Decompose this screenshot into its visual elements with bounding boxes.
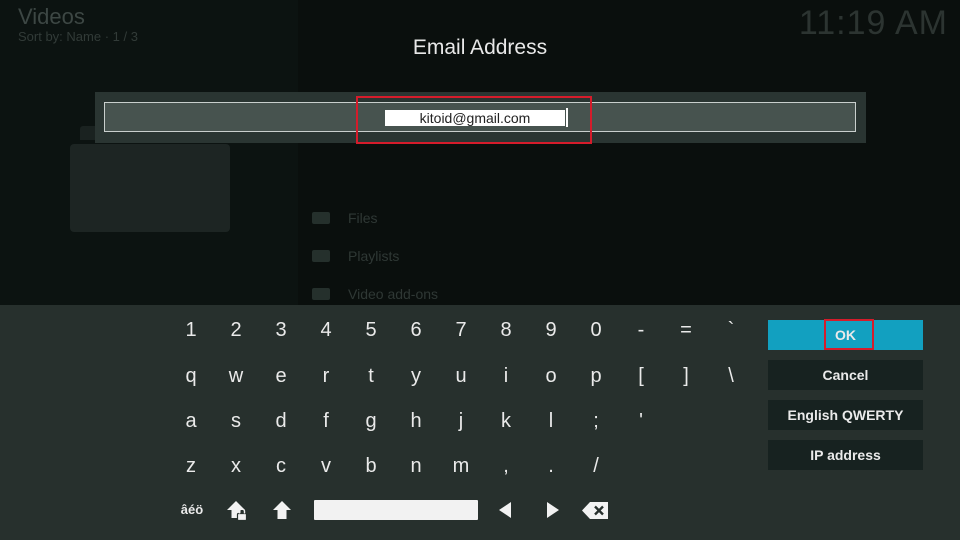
key-2[interactable]: 2 [216, 312, 256, 348]
cancel-button[interactable]: Cancel [768, 360, 923, 390]
key-i[interactable]: i [486, 358, 526, 394]
window-title: Videos [18, 4, 85, 29]
ip-address-button[interactable]: IP address [768, 440, 923, 470]
key-backtick[interactable]: ` [711, 312, 751, 348]
key-0[interactable]: 0 [576, 312, 616, 348]
menu-item-label: Playlists [348, 248, 400, 264]
key-e[interactable]: e [261, 358, 301, 394]
key-b[interactable]: b [351, 448, 391, 484]
key-apostrophe[interactable]: ' [621, 403, 661, 439]
key-k[interactable]: k [486, 403, 526, 439]
space-key[interactable] [314, 500, 478, 520]
key-w[interactable]: w [216, 358, 256, 394]
folder-icon [312, 212, 330, 224]
addons-icon [312, 288, 330, 300]
key-d[interactable]: d [261, 403, 301, 439]
key-u[interactable]: u [441, 358, 481, 394]
key-5[interactable]: 5 [351, 312, 391, 348]
key-s[interactable]: s [216, 403, 256, 439]
key-p[interactable]: p [576, 358, 616, 394]
key-t[interactable]: t [351, 358, 391, 394]
key-n[interactable]: n [396, 448, 436, 484]
keyboard-layout-button[interactable]: English QWERTY [768, 400, 923, 430]
backspace-icon[interactable] [582, 502, 609, 519]
key-a[interactable]: a [171, 403, 211, 439]
shift-icon[interactable] [271, 499, 293, 521]
menu-item-video-addons: Video add-ons [312, 286, 438, 302]
key-1[interactable]: 1 [171, 312, 211, 348]
key-backslash[interactable]: \ [711, 358, 751, 394]
input-highlight-box [356, 96, 592, 144]
right-arrow-icon[interactable] [546, 502, 560, 518]
key-c[interactable]: c [261, 448, 301, 484]
key-right-bracket[interactable]: ] [666, 358, 706, 394]
key-g[interactable]: g [351, 403, 391, 439]
caps-lock-icon[interactable] [225, 499, 251, 525]
key-comma[interactable]: , [486, 448, 526, 484]
key-8[interactable]: 8 [486, 312, 526, 348]
ok-highlight-box [824, 319, 874, 350]
key-r[interactable]: r [306, 358, 346, 394]
key-slash[interactable]: / [576, 448, 616, 484]
menu-item-playlists: Playlists [312, 248, 399, 264]
menu-item-label: Files [348, 210, 378, 226]
key-7[interactable]: 7 [441, 312, 481, 348]
key-6[interactable]: 6 [396, 312, 436, 348]
key-l[interactable]: l [531, 403, 571, 439]
key-o[interactable]: o [531, 358, 571, 394]
key-9[interactable]: 9 [531, 312, 571, 348]
key-semicolon[interactable]: ; [576, 403, 616, 439]
left-arrow-icon[interactable] [498, 502, 512, 518]
key-3[interactable]: 3 [261, 312, 301, 348]
key-minus[interactable]: - [621, 312, 661, 348]
menu-item-files: Files [312, 210, 378, 226]
folder-thumbnail [70, 144, 230, 232]
menu-item-label: Video add-ons [348, 286, 439, 302]
key-f[interactable]: f [306, 403, 346, 439]
key-j[interactable]: j [441, 403, 481, 439]
key-x[interactable]: x [216, 448, 256, 484]
key-z[interactable]: z [171, 448, 211, 484]
key-4[interactable]: 4 [306, 312, 346, 348]
dialog-title: Email Address [412, 36, 548, 59]
key-v[interactable]: v [306, 448, 346, 484]
key-m[interactable]: m [441, 448, 481, 484]
key-left-bracket[interactable]: [ [621, 358, 661, 394]
key-period[interactable]: . [531, 448, 571, 484]
key-q[interactable]: q [171, 358, 211, 394]
playlist-icon [312, 250, 330, 262]
accents-key[interactable]: âéö [172, 492, 212, 528]
key-h[interactable]: h [396, 403, 436, 439]
key-equals[interactable]: = [666, 312, 706, 348]
key-y[interactable]: y [396, 358, 436, 394]
